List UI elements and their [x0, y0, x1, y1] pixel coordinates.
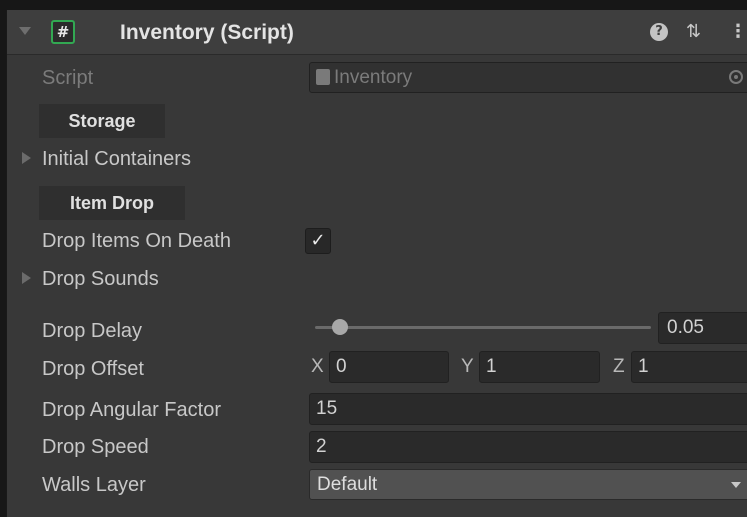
drop-sounds-foldout[interactable]: Drop Sounds — [42, 266, 159, 292]
drop-sounds-foldout-icon[interactable] — [22, 272, 31, 284]
component-title: Inventory (Script) — [120, 21, 294, 44]
drop-items-on-death-label: Drop Items On Death — [42, 230, 231, 252]
drop-speed-label: Drop Speed — [42, 436, 149, 458]
drop-offset-y-label[interactable]: Y — [461, 352, 474, 382]
drop-angular-factor-field[interactable]: 15 — [309, 393, 747, 425]
script-icon: # — [51, 20, 75, 44]
presets-icon[interactable]: ⇅ — [686, 21, 701, 43]
walls-layer-dropdown[interactable]: Default — [309, 469, 747, 500]
drop-delay-value-field[interactable]: 0.05 — [658, 312, 747, 344]
drop-offset-z-label[interactable]: Z — [613, 352, 625, 382]
walls-layer-selected-value: Default — [317, 474, 378, 495]
drop-offset-z-field[interactable]: 1 — [631, 351, 747, 383]
object-picker-icon — [729, 70, 743, 84]
storage-section-header: Storage — [39, 104, 165, 138]
initial-containers-foldout-icon[interactable] — [22, 152, 31, 164]
component-header[interactable]: # Inventory (Script) ? ⇅ ⋮ — [7, 10, 747, 55]
drop-delay-label: Drop Delay — [42, 320, 143, 342]
drop-offset-y-field[interactable]: 1 — [479, 351, 600, 383]
script-object-value: Inventory — [334, 67, 413, 88]
help-icon[interactable]: ? — [650, 23, 668, 41]
inventory-component-inspector: # Inventory (Script) ? ⇅ ⋮ Script Invent… — [6, 10, 747, 517]
drop-offset-label: Drop Offset — [42, 358, 144, 380]
script-asset-icon — [316, 69, 330, 85]
foldout-arrow-icon[interactable] — [19, 27, 31, 35]
item-drop-section-header: Item Drop — [39, 186, 185, 220]
script-object-field: Inventory — [309, 62, 747, 93]
drop-offset-x-label[interactable]: X — [311, 352, 324, 382]
script-label: Script — [42, 67, 94, 89]
kebab-menu-icon[interactable]: ⋮ — [729, 21, 747, 43]
dropdown-arrow-icon — [731, 482, 741, 488]
drop-delay-slider-track[interactable] — [315, 326, 651, 329]
walls-layer-label: Walls Layer — [42, 474, 146, 496]
drop-items-on-death-checkbox[interactable]: ✓ — [305, 228, 331, 254]
drop-offset-x-field[interactable]: 0 — [329, 351, 449, 383]
drop-speed-field[interactable]: 2 — [309, 431, 747, 463]
drop-angular-factor-label: Drop Angular Factor — [42, 399, 221, 421]
drop-delay-slider-thumb[interactable] — [331, 319, 348, 335]
initial-containers-foldout[interactable]: Initial Containers — [42, 146, 191, 172]
